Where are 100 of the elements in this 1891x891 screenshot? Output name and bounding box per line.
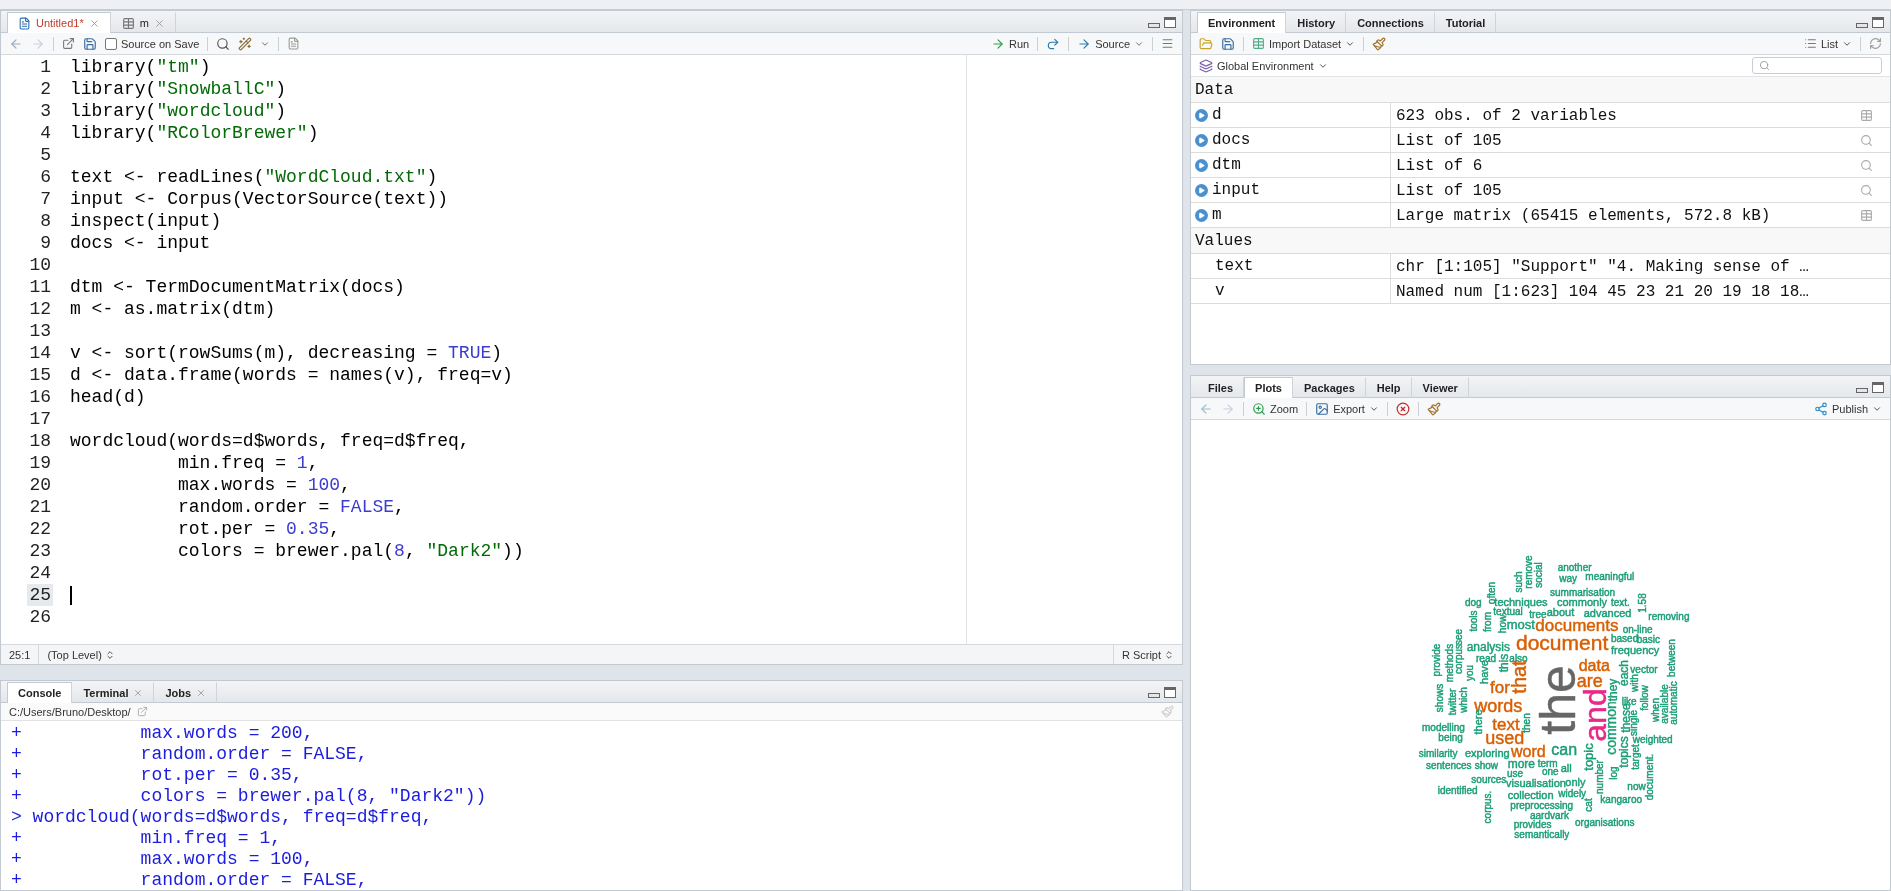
code-line: library("SnowballC") (70, 78, 288, 100)
environment-selector[interactable]: Global Environment (1199, 58, 1328, 73)
console-tab[interactable]: Console (7, 682, 73, 703)
expand-icon[interactable] (1195, 108, 1208, 122)
line-number: 19 (28, 452, 52, 474)
code-line: head(d) (70, 386, 147, 408)
search-icon[interactable] (1860, 183, 1873, 197)
minimize-icon[interactable] (1148, 693, 1160, 698)
broom-icon[interactable] (1426, 401, 1441, 416)
search-icon[interactable] (1860, 158, 1873, 172)
cloud-word: similarity (1418, 749, 1458, 759)
console-line: > wordcloud(words=d$words, freq=d$freq, (11, 807, 434, 828)
cloud-word: way (1559, 574, 1578, 584)
table-view-icon[interactable] (1860, 108, 1873, 122)
line-number: 22 (28, 518, 52, 540)
cloud-word: collection (1507, 790, 1554, 802)
list-icon (1803, 37, 1817, 50)
console-line: + min.freq = 1, (11, 828, 283, 849)
search-icon[interactable] (216, 36, 231, 51)
search-field[interactable] (1752, 57, 1882, 74)
remove-plot-icon[interactable] (1395, 401, 1410, 416)
cloud-word: preprocessing (1510, 801, 1574, 811)
refresh-icon[interactable] (1869, 37, 1882, 50)
expand-icon[interactable] (1195, 208, 1208, 222)
cloud-word: target (1631, 743, 1641, 770)
menu-icon[interactable] (1161, 37, 1174, 50)
line-number: 14 (28, 342, 52, 364)
close-icon[interactable] (88, 17, 100, 29)
close-icon[interactable] (153, 17, 165, 29)
import-dataset-button[interactable]: Import Dataset (1252, 37, 1356, 50)
table-view-icon[interactable] (1860, 208, 1873, 222)
source-button[interactable]: Source (1077, 36, 1144, 51)
cloud-word: each (1618, 660, 1631, 687)
save-icon[interactable] (83, 36, 97, 51)
close-icon[interactable] (196, 688, 207, 698)
code-line: min.freq = 1, (177, 452, 320, 474)
cloud-word: remove (1524, 555, 1535, 589)
expand-icon[interactable] (1195, 183, 1208, 197)
popout-icon[interactable] (62, 37, 75, 50)
minimize-icon[interactable] (1856, 388, 1868, 393)
line-number: 17 (28, 408, 52, 430)
run-button[interactable]: Run (990, 36, 1030, 51)
working-directory[interactable]: C:/Users/Bruno/Desktop/ (9, 705, 131, 718)
export-button[interactable]: Export (1315, 401, 1379, 416)
cloud-word: term (1537, 759, 1558, 770)
expand-icon[interactable] (1195, 133, 1208, 147)
code-line: library("RColorBrewer") (70, 122, 320, 144)
maximize-icon[interactable] (1164, 17, 1176, 28)
expand-icon[interactable] (1195, 158, 1208, 172)
line-number: 20 (28, 474, 52, 496)
code-line: v <- sort(rowSums(m), decreasing = TRUE) (70, 342, 504, 364)
line-number: 10 (28, 254, 52, 276)
close-icon[interactable] (133, 688, 144, 698)
maximize-icon[interactable] (1164, 687, 1176, 698)
minimize-icon[interactable] (1856, 23, 1868, 28)
view-mode-button[interactable]: List (1803, 37, 1852, 50)
code-line: colors = brewer.pal(8, "Dark2")) (177, 540, 525, 562)
cloud-word: this (1498, 654, 1511, 673)
rerun-icon[interactable] (1046, 36, 1061, 51)
console-line: + random.order = FALSE, (11, 870, 369, 890)
cloud-word: text. (1611, 597, 1630, 608)
line-number: 26 (28, 606, 52, 628)
notebook-icon[interactable] (287, 37, 301, 50)
broom-icon[interactable] (1372, 36, 1387, 51)
arrow-icon (1077, 36, 1092, 51)
cloud-word: kangaroo (1600, 795, 1643, 805)
scope-selector[interactable]: (Top Level) (39, 645, 123, 664)
open-folder-icon[interactable] (1199, 36, 1213, 51)
source-on-save-checkbox[interactable]: Source on Save (105, 37, 200, 50)
minimize-icon[interactable] (1148, 23, 1160, 28)
cloud-word: dog (1465, 598, 1482, 609)
maximize-icon[interactable] (1872, 17, 1884, 28)
publish-button[interactable]: Publish (1813, 401, 1882, 416)
cloud-word: tools (1468, 610, 1479, 632)
cloud-word: basic (1636, 635, 1660, 646)
code-line: random.order = FALSE, (177, 496, 406, 518)
search-icon[interactable] (1860, 133, 1873, 147)
image-icon (1315, 401, 1330, 416)
cloud-word: such (1513, 571, 1524, 593)
cloud-word: follow (1640, 685, 1651, 712)
cloud-word: topic (1581, 742, 1595, 771)
cloud-word: shows (1435, 684, 1445, 713)
zoom-button[interactable]: Zoom (1252, 401, 1299, 416)
cloud-word: more (1507, 758, 1535, 770)
line-number: 25 (27, 584, 53, 606)
editor-tab[interactable]: Untitled1* (7, 12, 111, 33)
plots-tab[interactable]: Plots (1244, 377, 1293, 398)
code-line: dtm <- TermDocumentMatrix(docs) (70, 276, 406, 298)
go-to-directory-icon[interactable] (136, 706, 148, 717)
file-type-selector[interactable]: R Script (1112, 645, 1182, 664)
wand-icon[interactable] (238, 36, 253, 51)
cloud-word: available (1660, 684, 1671, 724)
cloud-word: about (1546, 607, 1575, 619)
cloud-word: analysis (1466, 640, 1510, 653)
script-file-icon (18, 16, 31, 30)
back-arrow-icon[interactable] (9, 36, 23, 51)
console-line: + max.words = 100, (11, 849, 315, 870)
maximize-icon[interactable] (1872, 382, 1884, 393)
environment-tab[interactable]: Environment (1197, 12, 1287, 33)
save-icon[interactable] (1221, 36, 1235, 51)
